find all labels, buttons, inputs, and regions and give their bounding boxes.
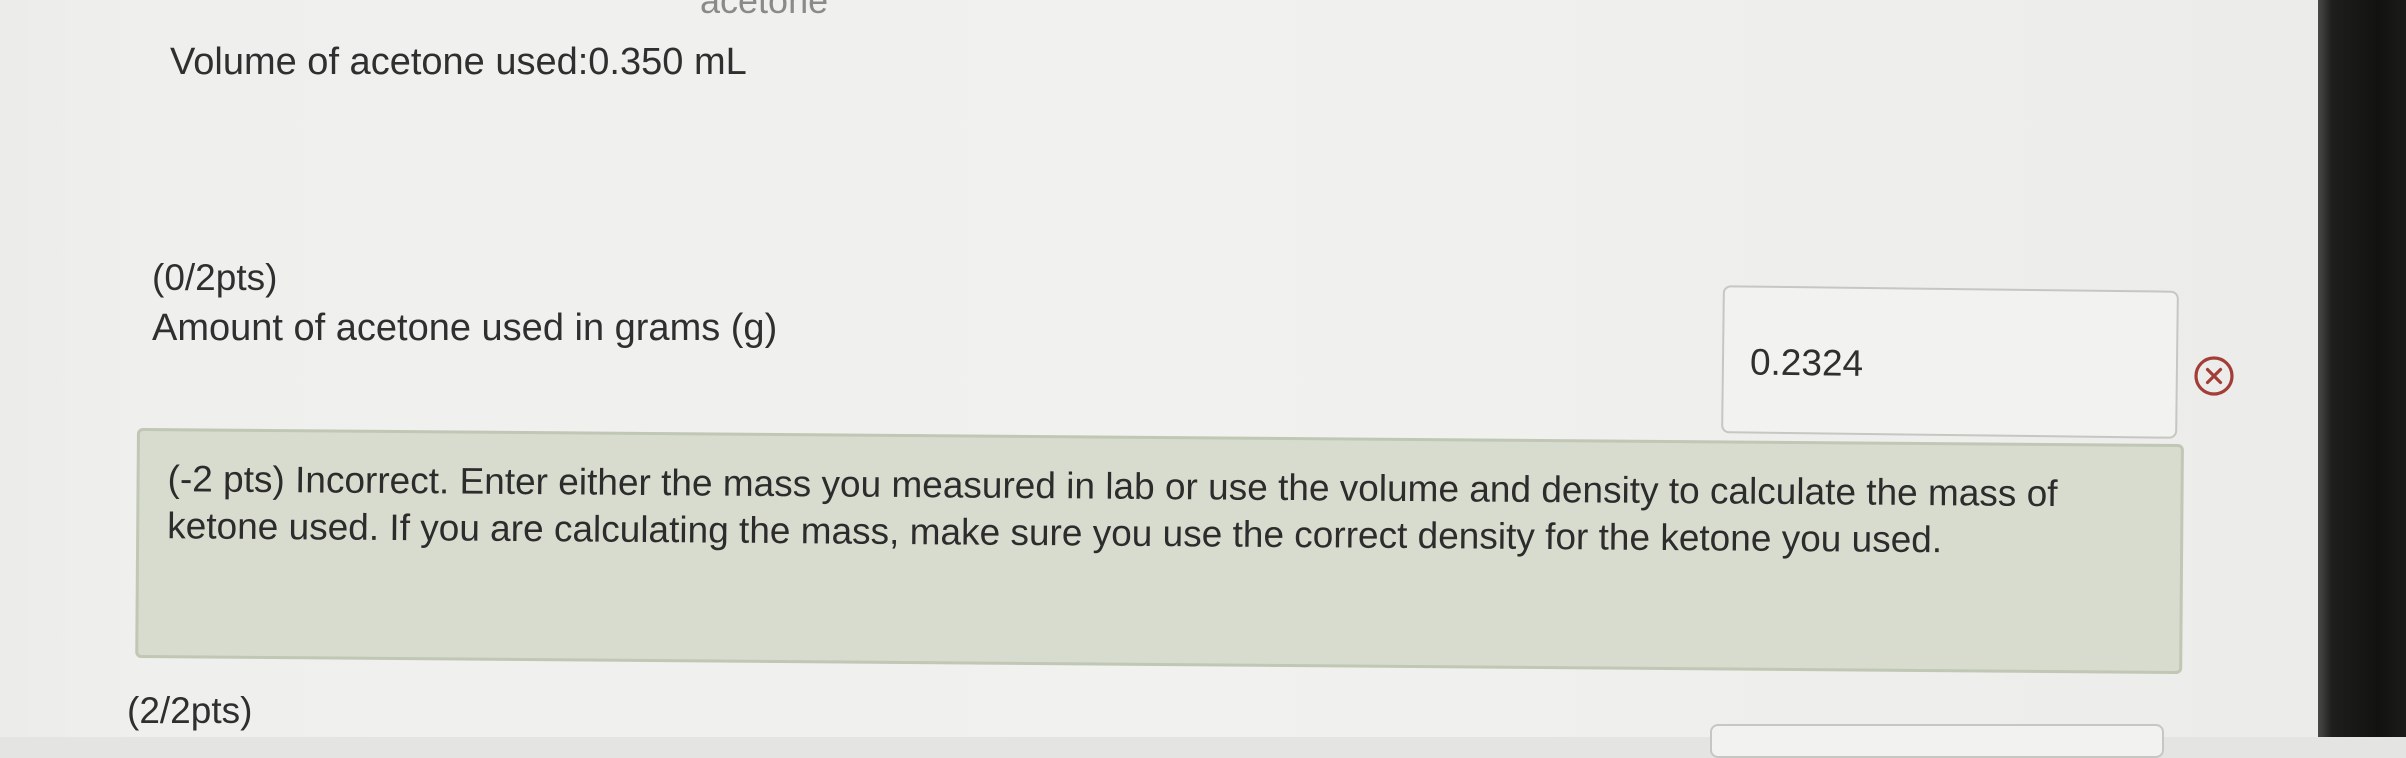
previous-heading-clipped: acetone [700, 0, 829, 21]
quiz-page: acetone Volume of acetone used:0.350 mL … [0, 0, 2318, 758]
question-content: acetone Volume of acetone used:0.350 mL … [0, 0, 2318, 758]
next-answer-input[interactable] [1710, 724, 2164, 758]
feedback-box: (-2 pts) Incorrect. Enter either the mas… [135, 428, 2184, 675]
incorrect-circle-x-icon [2194, 356, 2234, 396]
question-label: Amount of acetone used in grams (g) [152, 307, 778, 349]
feedback-text: (-2 pts) Incorrect. Enter either the mas… [167, 458, 2058, 561]
volume-line: Volume of acetone used:0.350 mL [170, 41, 747, 83]
answer-value: 0.2324 [1749, 341, 1864, 384]
next-question-points: (2/2pts) [127, 690, 253, 731]
answer-input[interactable]: 0.2324 [1721, 285, 2179, 439]
question-points: (0/2pts) [152, 257, 278, 298]
monitor-bezel [2318, 0, 2406, 737]
